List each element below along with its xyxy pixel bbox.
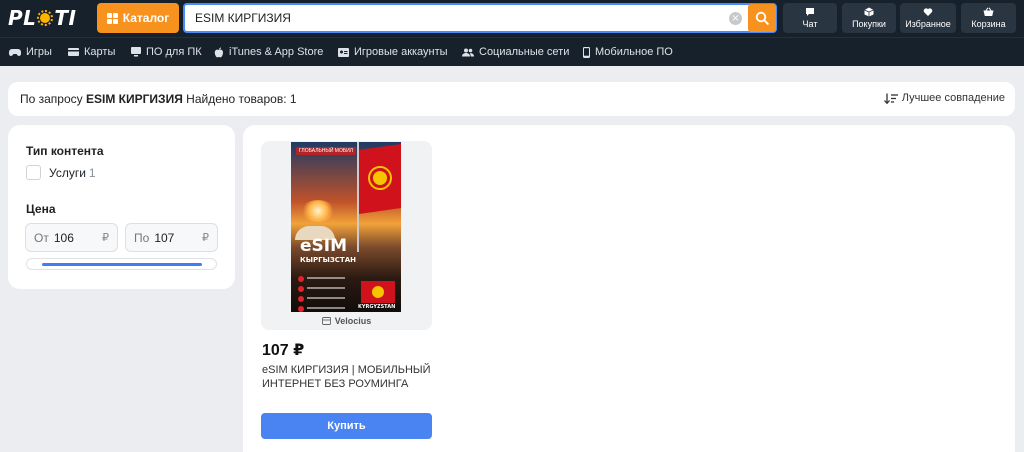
search-icon	[755, 11, 769, 25]
favorites-label: Избранное	[905, 19, 951, 29]
nav-label: Социальные сети	[479, 46, 570, 58]
buy-button[interactable]: Купить	[261, 413, 432, 439]
seller-label: Velocius	[334, 316, 372, 326]
price-to-field[interactable]: По 107 ₽	[125, 223, 218, 252]
search-summary-bar: По запросу ESIM КИРГИЗИЯ Найдено товаров…	[8, 82, 1015, 116]
software-icon	[131, 47, 141, 57]
currency-sign: ₽	[102, 232, 109, 244]
price-title: Цена	[26, 202, 56, 216]
product-grid: ГЛОБАЛЬНЫЙ МОБИЛ eSIM КЫРГЫЗСТАН KYRGYZS…	[243, 125, 1015, 452]
sort-icon	[883, 93, 898, 104]
price-from-value: 106	[53, 230, 74, 245]
search-button[interactable]	[748, 4, 776, 32]
poster-country: КЫРГЫЗСТАН	[300, 256, 356, 264]
chat-button[interactable]: Чат	[783, 3, 837, 33]
chat-label: Чат	[802, 19, 818, 29]
esim-kyrgyzstan-poster: ГЛОБАЛЬНЫЙ МОБИЛ eSIM КЫРГЫЗСТАН KYRGYZS…	[291, 142, 401, 312]
plati-logo[interactable]: PL TI	[8, 6, 77, 30]
cart-icon	[983, 7, 994, 16]
grid-icon	[106, 12, 118, 24]
services-checkbox[interactable]	[26, 165, 41, 180]
gamepad-icon	[9, 48, 21, 56]
price-to-label: По	[134, 230, 150, 245]
store-icon	[321, 317, 331, 325]
poster-flag-label: KYRGYZSTAN	[358, 304, 396, 310]
nav-item-games[interactable]: Игры	[9, 38, 52, 66]
price-range-fill	[42, 263, 202, 266]
services-count: 1	[88, 165, 96, 180]
clear-search-icon[interactable]: ×	[729, 11, 742, 25]
nav-label: Мобильное ПО	[595, 46, 673, 58]
price-to-value: 107	[154, 230, 175, 245]
search-summary: По запросу ESIM КИРГИЗИЯ Найдено товаров…	[20, 92, 297, 106]
purchases-button[interactable]: Покупки	[842, 3, 896, 33]
top-header: PL TI Каталог × Чат Покупки Избранное Ко…	[0, 0, 1024, 37]
product-card[interactable]: ГЛОБАЛЬНЫЙ МОБИЛ eSIM КЫРГЫЗСТАН KYRGYZS…	[261, 141, 432, 439]
poster-brand: ГЛОБАЛЬНЫЙ МОБИЛ	[296, 147, 357, 155]
price-range-slider[interactable]	[26, 258, 217, 270]
logo-sun-icon	[37, 10, 54, 26]
price-from-field[interactable]: От 106 ₽	[25, 223, 118, 252]
favorites-button[interactable]: Избранное	[900, 3, 956, 33]
purchases-icon	[864, 7, 874, 17]
services-label: Услуги	[49, 165, 86, 180]
content-type-title: Тип контента	[26, 144, 104, 158]
currency-sign: ₽	[202, 232, 209, 244]
nav-item-pc-software[interactable]: ПО для ПК	[131, 38, 202, 66]
logo-text-right: TI	[54, 6, 77, 30]
nav-item-mobile[interactable]: Мобильное ПО	[583, 38, 673, 66]
nav-label: Игровые аккаунты	[354, 46, 448, 58]
summary-found: Найдено товаров: 1	[186, 92, 297, 106]
nav-item-cards[interactable]: Карты	[68, 38, 115, 66]
apple-icon	[214, 47, 224, 57]
nav-label: iTunes & App Store	[229, 46, 324, 58]
price-from-label: От	[34, 230, 49, 245]
category-nav: Игры Карты ПО для ПК iTunes & App Store …	[0, 37, 1024, 66]
filter-services[interactable]: Услуги 1	[26, 165, 96, 180]
nav-item-game-accounts[interactable]: Игровые аккаунты	[338, 38, 448, 66]
nav-label: ПО для ПК	[146, 46, 202, 58]
nav-label: Игры	[26, 46, 52, 58]
product-price: 107 ₽	[262, 342, 305, 359]
account-icon	[338, 47, 349, 57]
mobile-icon	[583, 46, 590, 58]
nav-item-social[interactable]: Социальные сети	[462, 38, 569, 66]
people-icon	[462, 48, 474, 56]
search-input[interactable]	[185, 5, 729, 31]
seller-name[interactable]: Velocius	[261, 316, 432, 326]
mini-flag-icon	[361, 281, 395, 303]
purchases-label: Покупки	[852, 19, 886, 29]
poster-headline: eSIM	[300, 236, 348, 256]
product-image[interactable]: ГЛОБАЛЬНЫЙ МОБИЛ eSIM КЫРГЫЗСТАН KYRGYZS…	[261, 141, 432, 330]
nav-item-itunes[interactable]: iTunes & App Store	[214, 38, 323, 66]
catalog-label: Каталог	[122, 11, 170, 25]
sort-dropdown[interactable]: Лучшее совпадение	[883, 92, 1005, 104]
nav-label: Карты	[84, 46, 116, 58]
cart-button[interactable]: Корзина	[961, 3, 1016, 33]
logo-text-left: PL	[8, 6, 37, 30]
cart-label: Корзина	[971, 19, 1006, 29]
filters-sidebar: Тип контента Услуги 1 Цена От 106 ₽ По 10…	[8, 125, 235, 289]
product-title[interactable]: eSIM КИРГИЗИЯ | МОБИЛЬНЫЙ ИНТЕРНЕТ БЕЗ Р…	[262, 363, 432, 391]
search-bar: ×	[183, 3, 777, 33]
chat-icon	[806, 8, 814, 16]
card-icon	[68, 48, 79, 56]
summary-query: ESIM КИРГИЗИЯ	[86, 92, 183, 106]
heart-icon	[923, 8, 933, 16]
catalog-button[interactable]: Каталог	[97, 3, 179, 33]
sort-label: Лучшее совпадение	[901, 92, 1005, 104]
summary-prefix: По запросу	[20, 92, 83, 106]
